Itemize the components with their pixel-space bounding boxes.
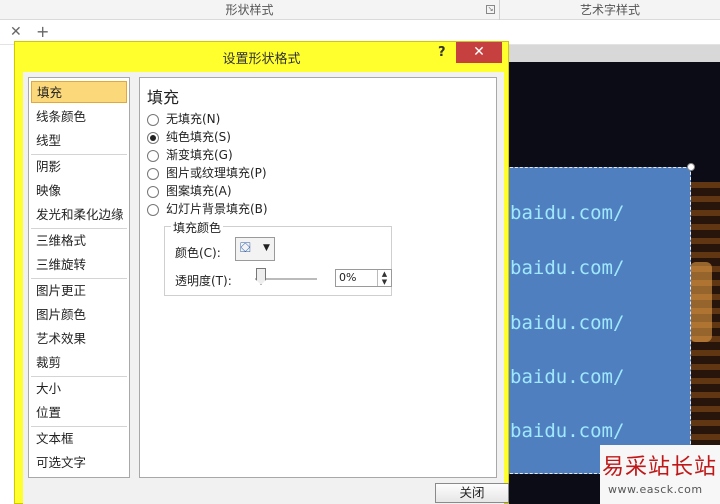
dialog-titlebar[interactable]: 设置形状格式 ? ✕ — [15, 42, 508, 70]
watermark-url: www.easck.com — [608, 483, 703, 496]
category-list: 填充 线条颜色 线型 阴影 映像 发光和柔化边缘 三维格式 三维旋转 图片更正 … — [28, 77, 130, 478]
wordart-styles-group-label: 艺术字样式 — [579, 3, 640, 17]
fill-options-panel: 填充 无填充(N) 纯色填充(S) 渐变填充(G) 图片或纹理填充(P) 图案填… — [139, 77, 497, 478]
fill-color-group: 填充颜色 颜色(C): ⛋ ▼ 透明度(T): 0% ▲ ▼ — [164, 219, 392, 296]
nav-item-alt-text[interactable]: 可选文字 — [31, 452, 127, 474]
fill-color-dropdown[interactable]: ⛋ ▼ — [235, 237, 275, 261]
nav-item-artistic-effects[interactable]: 艺术效果 — [31, 328, 127, 350]
dialog-launcher-icon[interactable]: ↘ — [486, 5, 495, 14]
nav-item-crop[interactable]: 裁剪 — [31, 352, 127, 374]
nav-item-line-color[interactable]: 线条颜色 — [31, 106, 127, 128]
help-icon[interactable]: ? — [438, 45, 446, 60]
nav-item-text-box[interactable]: 文本框 — [31, 428, 127, 450]
shape-text-line: baidu.com/ — [510, 366, 625, 388]
nav-divider — [31, 426, 127, 427]
nav-item-position[interactable]: 位置 — [31, 402, 127, 424]
spin-buttons[interactable]: ▲ ▼ — [377, 270, 391, 286]
shape-text-line: baidu.com/ — [510, 420, 625, 442]
resize-handle-top-right[interactable] — [687, 163, 695, 171]
radio-icon[interactable] — [147, 204, 159, 216]
chevron-down-icon: ▼ — [263, 243, 270, 253]
panel-title: 填充 — [147, 88, 180, 107]
radio-icon[interactable] — [147, 114, 159, 126]
shape-text-line: baidu.com/ — [510, 202, 625, 224]
shape-styles-group-label: 形状样式 — [0, 0, 500, 20]
shape-text-line: baidu.com/ — [510, 257, 625, 279]
nav-item-3d-format[interactable]: 三维格式 — [31, 230, 127, 252]
nav-divider — [31, 278, 127, 279]
radio-label: 图案填充(A) — [166, 184, 232, 198]
nav-item-shadow[interactable]: 阴影 — [31, 156, 127, 178]
close-button[interactable]: 关闭 — [435, 483, 509, 503]
dialog-body: 填充 线条颜色 线型 阴影 映像 发光和柔化边缘 三维格式 三维旋转 图片更正 … — [23, 72, 509, 504]
transparency-label: 透明度(T): — [175, 274, 232, 288]
nav-divider — [31, 228, 127, 229]
group-legend: 填充颜色 — [171, 219, 224, 236]
format-shape-dialog: 设置形状格式 ? ✕ 填充 线条颜色 线型 阴影 映像 发光和柔化边缘 三维格式… — [14, 41, 509, 504]
radio-selected-icon[interactable] — [147, 132, 159, 144]
lantern-glow-image — [690, 262, 712, 342]
nav-item-picture-color[interactable]: 图片颜色 — [31, 304, 127, 326]
radio-label: 渐变填充(G) — [166, 148, 233, 162]
transparency-value: 0% — [339, 271, 357, 284]
radio-label: 幻灯片背景填充(B) — [166, 202, 268, 216]
transparency-spinbox[interactable]: 0% ▲ ▼ — [335, 269, 392, 287]
radio-icon[interactable] — [147, 150, 159, 162]
spin-down-icon[interactable]: ▼ — [378, 278, 391, 286]
ribbon-group-labels: 形状样式 ↘ 艺术字样式 — [0, 0, 720, 20]
close-icon[interactable]: ✕ — [456, 42, 502, 63]
radio-icon[interactable] — [147, 186, 159, 198]
nav-item-glow-soft-edges[interactable]: 发光和柔化边缘 — [31, 204, 127, 226]
nav-item-fill[interactable]: 填充 — [31, 81, 127, 103]
nav-item-line-style[interactable]: 线型 — [31, 130, 127, 152]
spin-up-icon[interactable]: ▲ — [378, 270, 391, 278]
dialog-title: 设置形状格式 — [222, 52, 301, 67]
transparency-slider-thumb[interactable] — [256, 268, 266, 285]
radio-label: 图片或纹理填充(P) — [166, 166, 267, 180]
new-tab-icon[interactable]: + — [36, 22, 49, 41]
watermark-title: 易采站长站 — [602, 455, 718, 480]
watermark-logo: 易采站长站 www.easck.com — [600, 445, 720, 504]
nav-item-picture-corrections[interactable]: 图片更正 — [31, 280, 127, 302]
nav-divider — [31, 376, 127, 377]
nav-item-size[interactable]: 大小 — [31, 378, 127, 400]
radio-label: 无填充(N) — [166, 112, 221, 126]
nav-item-reflection[interactable]: 映像 — [31, 180, 127, 202]
color-label: 颜色(C): — [175, 246, 221, 260]
close-tab-icon[interactable]: ✕ — [10, 24, 22, 40]
radio-label: 纯色填充(S) — [166, 130, 231, 144]
nav-divider — [31, 154, 127, 155]
nav-item-3d-rotation[interactable]: 三维旋转 — [31, 254, 127, 276]
shape-text-line: baidu.com/ — [510, 312, 625, 334]
radio-icon[interactable] — [147, 168, 159, 180]
paint-bucket-icon: ⛋ — [240, 240, 251, 256]
